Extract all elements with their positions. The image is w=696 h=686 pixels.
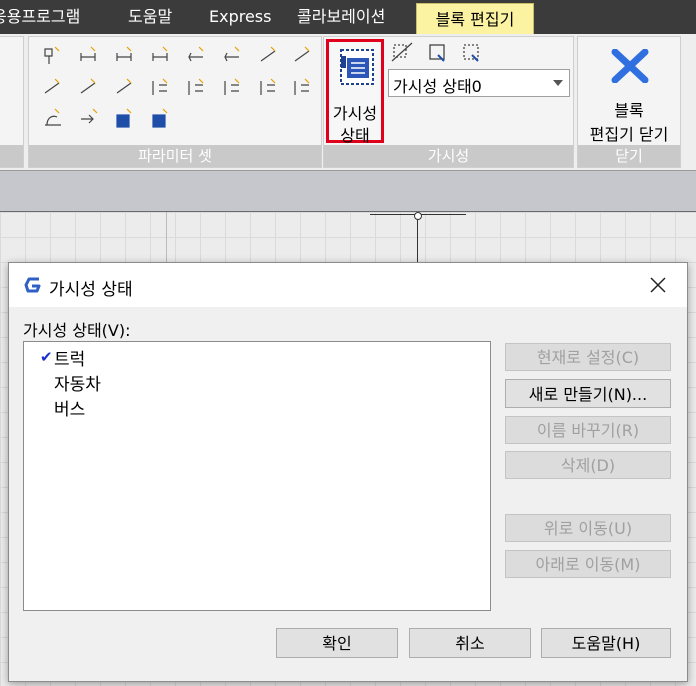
- set-current-button[interactable]: 현재로 설정(C): [505, 343, 671, 371]
- list-item[interactable]: 버스: [54, 395, 85, 420]
- visibility-state-dropdown[interactable]: 가시성 상태0: [388, 69, 570, 97]
- tab-applications[interactable]: 응용프로그램: [0, 0, 80, 34]
- ribbon: 파라미터 셋 가시성 상태 가시성 상태0 가시성 블록 편집기 닫기 닫기: [0, 34, 696, 170]
- visibility-button-label-2: 상태: [340, 126, 370, 145]
- tab-help[interactable]: 도움말: [128, 0, 172, 34]
- visibility-state-value: 가시성 상태0: [393, 77, 482, 96]
- delete-button[interactable]: 삭제(D): [505, 451, 671, 479]
- close-button-label-2: 편집기 닫기: [589, 125, 669, 144]
- visibility-states-icon: [340, 49, 374, 85]
- dialog-title-bar: 가시성 상태: [9, 263, 687, 307]
- close-panel-title: 닫기: [578, 145, 680, 167]
- close-button-label-1: 블록: [614, 101, 644, 120]
- visibility-states-dialog: 가시성 상태 가시성 상태(V): ✔ 트럭 자동차 버스 현재로 설정(C) …: [8, 262, 688, 682]
- grip-point[interactable]: [414, 212, 422, 220]
- close-icon[interactable]: [649, 276, 667, 294]
- rename-button[interactable]: 이름 바꾸기(R): [505, 416, 671, 444]
- ribbon-bottom-strip: [0, 170, 696, 213]
- new-button[interactable]: 새로 만들기(N)...: [505, 379, 671, 408]
- chevron-down-icon: [553, 80, 563, 86]
- parameter-set-panel: 파라미터 셋: [28, 36, 322, 168]
- cancel-button[interactable]: 취소: [409, 628, 531, 658]
- close-block-editor-button[interactable]: 블록 편집기 닫기: [578, 37, 680, 144]
- parameter-set-icons[interactable]: [35, 41, 317, 133]
- tab-collaboration[interactable]: 콜라보레이션: [297, 0, 385, 34]
- visibility-panel-title: 가시성: [324, 145, 573, 167]
- list-label: 가시성 상태(V):: [23, 321, 131, 340]
- list-item[interactable]: 트럭: [54, 345, 85, 370]
- visibility-state-list[interactable]: ✔ 트럭 자동차 버스: [23, 341, 491, 611]
- visibility-tool-icons[interactable]: [390, 41, 490, 67]
- list-item[interactable]: 자동차: [54, 370, 101, 395]
- dialog-title: 가시성 상태: [49, 280, 133, 300]
- move-up-button[interactable]: 위로 이동(U): [505, 514, 671, 542]
- ribbon-tab-bar: 응용프로그램 도움말 Express 콜라보레이션 블록 편집기: [0, 0, 696, 34]
- move-down-button[interactable]: 아래로 이동(M): [505, 550, 671, 578]
- visibility-states-button[interactable]: 가시성 상태: [326, 39, 384, 145]
- visibility-button-label-1: 가시성: [332, 104, 378, 123]
- close-panel: 블록 편집기 닫기 닫기: [577, 36, 681, 168]
- parameter-set-panel-title: 파라미터 셋: [29, 145, 321, 167]
- ribbon-panel-partial: [0, 36, 24, 168]
- ok-button[interactable]: 확인: [276, 628, 398, 658]
- checkmark-icon: ✔: [40, 348, 53, 366]
- tab-express[interactable]: Express: [209, 0, 271, 34]
- visibility-panel: 가시성 상태 가시성 상태0 가시성: [323, 36, 574, 168]
- close-icon: [611, 49, 649, 83]
- help-button[interactable]: 도움말(H): [541, 628, 671, 658]
- tab-block-editor[interactable]: 블록 편집기: [416, 3, 534, 34]
- app-logo-icon: [24, 277, 41, 293]
